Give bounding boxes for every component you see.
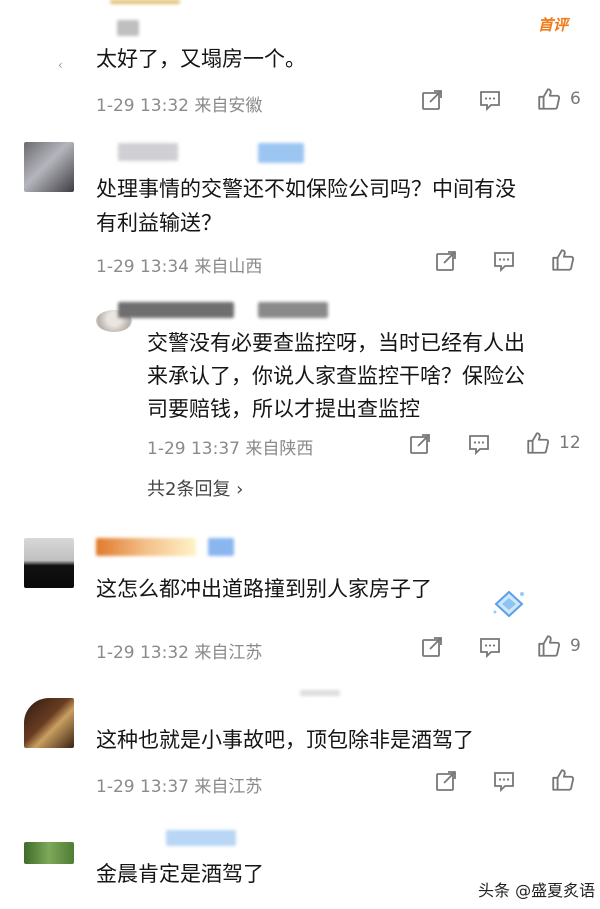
comment-time: 1-29 13:32	[96, 643, 189, 663]
like-button[interactable]: 12	[525, 430, 581, 456]
comment-meta: 1-29 13:34 来自山西	[96, 252, 262, 277]
comment-time: 1-29 13:37	[96, 777, 189, 797]
comment-text: 金晨肯定是酒驾了	[96, 862, 264, 886]
username-redacted	[96, 538, 196, 556]
comment-icon	[494, 772, 514, 793]
like-button[interactable]: 9	[536, 633, 581, 659]
share-button[interactable]	[434, 249, 458, 273]
avatar[interactable]	[24, 842, 74, 864]
first-comment-badge: 首评	[538, 16, 569, 34]
comment-text: 处理事情的交警还不如保险公司吗？中间有没	[96, 177, 516, 201]
username-redacted	[110, 0, 180, 4]
username-redacted	[166, 830, 236, 846]
like-button[interactable]	[550, 247, 576, 273]
avatar[interactable]	[24, 142, 74, 192]
reply-button[interactable]	[492, 769, 516, 793]
username-redacted	[118, 302, 234, 318]
reply-button[interactable]	[478, 88, 502, 112]
diamond-sticker-icon	[492, 590, 526, 622]
like-count: 12	[559, 433, 581, 453]
avatar[interactable]	[24, 698, 74, 748]
comment-meta: 1-29 13:32 来自安徽	[96, 91, 262, 116]
comment-location: 来自江苏	[194, 643, 263, 663]
share-icon	[436, 251, 456, 271]
comment-location: 来自江苏	[194, 777, 263, 797]
thumbs-up-icon	[538, 635, 561, 657]
share-button[interactable]	[434, 769, 458, 793]
reply-time: 1-29 13:37	[147, 439, 240, 459]
thumbs-up-icon	[552, 769, 575, 791]
comment-location: 来自安徽	[194, 96, 263, 116]
reply-text: 交警没有必要查监控呀，当时已经有人出	[147, 331, 525, 355]
share-button[interactable]	[420, 635, 444, 659]
username-redacted	[300, 690, 340, 696]
username-redacted	[208, 538, 234, 556]
username-redacted	[258, 143, 304, 163]
comment-time: 1-29 13:32	[96, 96, 189, 116]
comment-location: 来自山西	[194, 257, 263, 277]
reply-text: 来承认了，你说人家查监控干啥？保险公	[147, 364, 525, 388]
reply-button[interactable]	[478, 635, 502, 659]
like-button[interactable]	[550, 767, 576, 793]
like-button[interactable]: 6	[536, 86, 581, 112]
username-redacted	[118, 143, 178, 161]
share-icon	[436, 771, 456, 791]
comment-icon	[480, 638, 500, 659]
share-icon	[422, 637, 442, 657]
share-button[interactable]	[420, 88, 444, 112]
avatar-edge: ‹	[58, 58, 63, 72]
like-count: 6	[570, 89, 581, 109]
share-button[interactable]	[408, 432, 432, 456]
thumbs-up-icon	[538, 88, 561, 110]
comment-text: 有利益输送？	[96, 211, 222, 235]
comment-icon	[480, 91, 500, 112]
comment-text: 这种也就是小事故吧，顶包除非是酒驾了	[96, 728, 474, 752]
comment-icon	[469, 435, 489, 456]
comment-meta: 1-29 13:32 来自江苏	[96, 638, 262, 663]
reply-location: 来自陕西	[245, 439, 314, 459]
thumbs-up-icon	[552, 249, 575, 271]
reply-meta: 1-29 13:37 来自陕西	[147, 434, 313, 459]
comment-time: 1-29 13:34	[96, 257, 189, 277]
comment-icon	[494, 252, 514, 273]
like-count: 9	[570, 636, 581, 656]
comment-text: 这怎么都冲出道路撞到别人家房子了	[96, 577, 432, 601]
reply-text: 司要赔钱，所以才提出查监控	[147, 397, 420, 421]
username-redacted	[258, 302, 328, 318]
watermark: 头条 @盛夏炙语	[478, 881, 596, 900]
share-icon	[422, 90, 442, 110]
view-more-replies-link[interactable]: 共2条回复 ›	[147, 475, 243, 501]
comment-text: 太好了，又塌房一个。	[96, 47, 306, 71]
avatar[interactable]	[24, 538, 74, 588]
reply-button[interactable]	[492, 249, 516, 273]
username-redacted	[117, 20, 139, 36]
comment-meta: 1-29 13:37 来自江苏	[96, 772, 262, 797]
reply-button[interactable]	[467, 432, 491, 456]
thumbs-up-icon	[527, 432, 550, 454]
share-icon	[410, 434, 430, 454]
